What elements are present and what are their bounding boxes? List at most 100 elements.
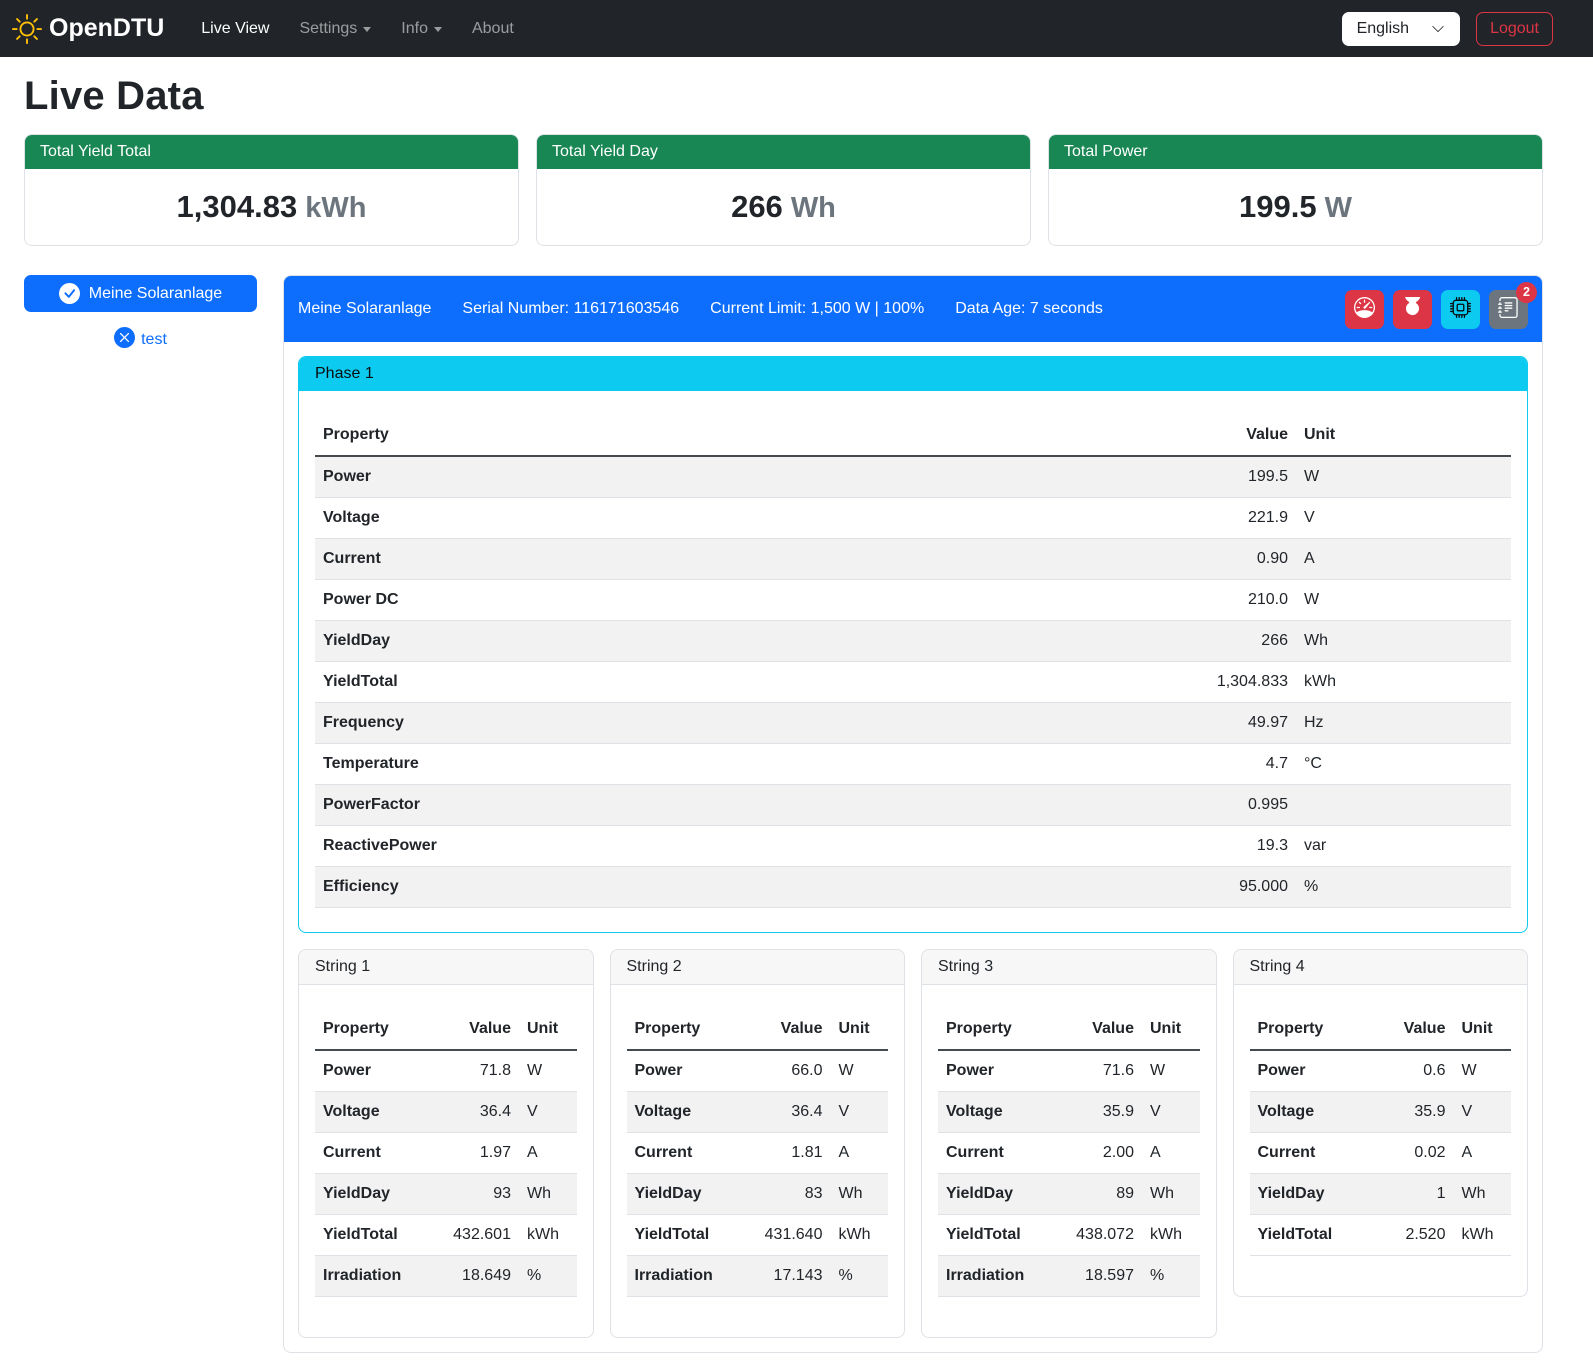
unit-cell: V (519, 1092, 577, 1133)
cpu-icon (1450, 297, 1471, 321)
unit-cell: kWh (1142, 1215, 1200, 1256)
nav-item-live-view[interactable]: Live View (186, 12, 284, 46)
property-cell: Current (315, 539, 1166, 580)
table-row: Power0.6W (1250, 1050, 1512, 1092)
value-cell: 432.601 (433, 1215, 519, 1256)
table-row: YieldDay83Wh (627, 1174, 889, 1215)
selected-inverter-label: Meine Solaranlage (89, 285, 222, 303)
string-card-body: PropertyValueUnitPower66.0WVoltage36.4VC… (611, 985, 905, 1337)
sun-icon (12, 14, 42, 44)
nav-item-info[interactable]: Info (386, 12, 457, 46)
table-row: Power DC210.0W (315, 580, 1511, 621)
phase-card: Phase 1 PropertyValueUnitPower199.5WVolt… (298, 356, 1528, 933)
table-row: Power71.8W (315, 1050, 577, 1092)
value-cell: 93 (433, 1174, 519, 1215)
unit-cell: Wh (1453, 1174, 1511, 1215)
data-table: PropertyValueUnitPower71.6WVoltage35.9VC… (938, 1009, 1200, 1297)
page-title: Live Data (24, 74, 1543, 119)
device-info-button[interactable] (1441, 290, 1480, 329)
table-row: Current1.97A (315, 1133, 577, 1174)
summary-card-body: 1,304.83kWh (25, 169, 518, 245)
unit-cell: A (830, 1133, 888, 1174)
nav-item-about[interactable]: About (457, 12, 529, 46)
table-row: YieldDay1Wh (1250, 1174, 1512, 1215)
value-cell: 210.0 (1166, 580, 1296, 621)
summary-card-total-power: Total Power 199.5W (1048, 134, 1543, 246)
property-cell: Voltage (315, 1092, 433, 1133)
string-card-title: String 4 (1234, 950, 1528, 985)
unit-cell: Wh (1296, 621, 1511, 662)
x-circle-icon[interactable] (114, 327, 135, 353)
property-cell: ReactivePower (315, 826, 1166, 867)
value-cell: 83 (744, 1174, 830, 1215)
table-row: Power71.6W (938, 1050, 1200, 1092)
unit-cell: °C (1296, 744, 1511, 785)
property-cell: Power DC (315, 580, 1166, 621)
summary-card-title: Total Yield Total (25, 135, 518, 169)
value-cell: 1.97 (433, 1133, 519, 1174)
summary-cards-row: Total Yield Total 1,304.83kWh Total Yiel… (24, 134, 1543, 246)
selected-inverter-button[interactable]: Meine Solaranlage (24, 275, 257, 312)
inverter-item-test[interactable]: test (24, 327, 257, 353)
property-cell: YieldDay (938, 1174, 1056, 1215)
table-row: Power66.0W (627, 1050, 889, 1092)
table-row: ReactivePower19.3var (315, 826, 1511, 867)
power-icon (1402, 297, 1423, 321)
string-card-body: PropertyValueUnitPower0.6WVoltage35.9VCu… (1234, 985, 1528, 1296)
inverter-header: Meine Solaranlage Serial Number: 1161716… (284, 276, 1542, 342)
nav-item-settings[interactable]: Settings (284, 12, 386, 46)
unit-cell: var (1296, 826, 1511, 867)
inverter-serial: Serial Number: 116171603546 (462, 300, 679, 318)
value-cell: 49.97 (1166, 703, 1296, 744)
table-row: Current0.02A (1250, 1133, 1512, 1174)
column-header: Unit (1142, 1009, 1200, 1050)
property-cell: Power (315, 1050, 433, 1092)
data-table: PropertyValueUnitPower0.6WVoltage35.9VCu… (1250, 1009, 1512, 1256)
logout-button[interactable]: Logout (1476, 12, 1553, 46)
string-card-title: String 3 (922, 950, 1216, 985)
value-cell: 36.4 (433, 1092, 519, 1133)
navbar: OpenDTU Live View Settings Info About En… (0, 0, 1593, 57)
unit-cell: Wh (1142, 1174, 1200, 1215)
table-row: Power199.5W (315, 456, 1511, 498)
unit-cell: % (519, 1256, 577, 1297)
value-cell: 1,304.833 (1166, 662, 1296, 703)
unit-cell: kWh (1296, 662, 1511, 703)
unit-cell: Hz (1296, 703, 1511, 744)
unit-cell (1296, 785, 1511, 826)
table-row: PowerFactor0.995 (315, 785, 1511, 826)
value-cell: 0.6 (1367, 1050, 1453, 1092)
column-header: Value (433, 1009, 519, 1050)
column-header: Property (315, 1009, 433, 1050)
unit-cell: % (1142, 1256, 1200, 1297)
property-cell: Power (315, 456, 1166, 498)
column-header: Property (1250, 1009, 1368, 1050)
column-header: Value (1166, 415, 1296, 456)
summary-unit: Wh (791, 192, 836, 224)
property-cell: YieldTotal (315, 1215, 433, 1256)
power-toggle-button[interactable] (1393, 290, 1432, 329)
unit-cell: A (1142, 1133, 1200, 1174)
summary-unit: W (1325, 192, 1352, 224)
value-cell: 35.9 (1056, 1092, 1142, 1133)
summary-value: 266 (731, 189, 783, 224)
summary-value: 1,304.83 (177, 189, 298, 224)
value-cell: 4.7 (1166, 744, 1296, 785)
value-cell: 36.4 (744, 1092, 830, 1133)
event-log-button[interactable]: 2 (1489, 290, 1528, 329)
property-cell: YieldDay (1250, 1174, 1368, 1215)
property-cell: Temperature (315, 744, 1166, 785)
brand-link[interactable]: OpenDTU (12, 14, 164, 44)
table-row: YieldTotal2.520kWh (1250, 1215, 1512, 1256)
unit-cell: % (830, 1256, 888, 1297)
unit-cell: kWh (830, 1215, 888, 1256)
unit-cell: V (1142, 1092, 1200, 1133)
inverter-sidebar: Meine Solaranlage test (24, 275, 257, 353)
limit-settings-button[interactable] (1345, 290, 1384, 329)
table-row: Irradiation17.143% (627, 1256, 889, 1297)
language-select[interactable]: English (1342, 12, 1460, 46)
table-row: Voltage35.9V (1250, 1092, 1512, 1133)
data-table: PropertyValueUnitPower71.8WVoltage36.4VC… (315, 1009, 577, 1297)
property-cell: YieldDay (315, 1174, 433, 1215)
summary-card-total-yield-day: Total Yield Day 266Wh (536, 134, 1031, 246)
